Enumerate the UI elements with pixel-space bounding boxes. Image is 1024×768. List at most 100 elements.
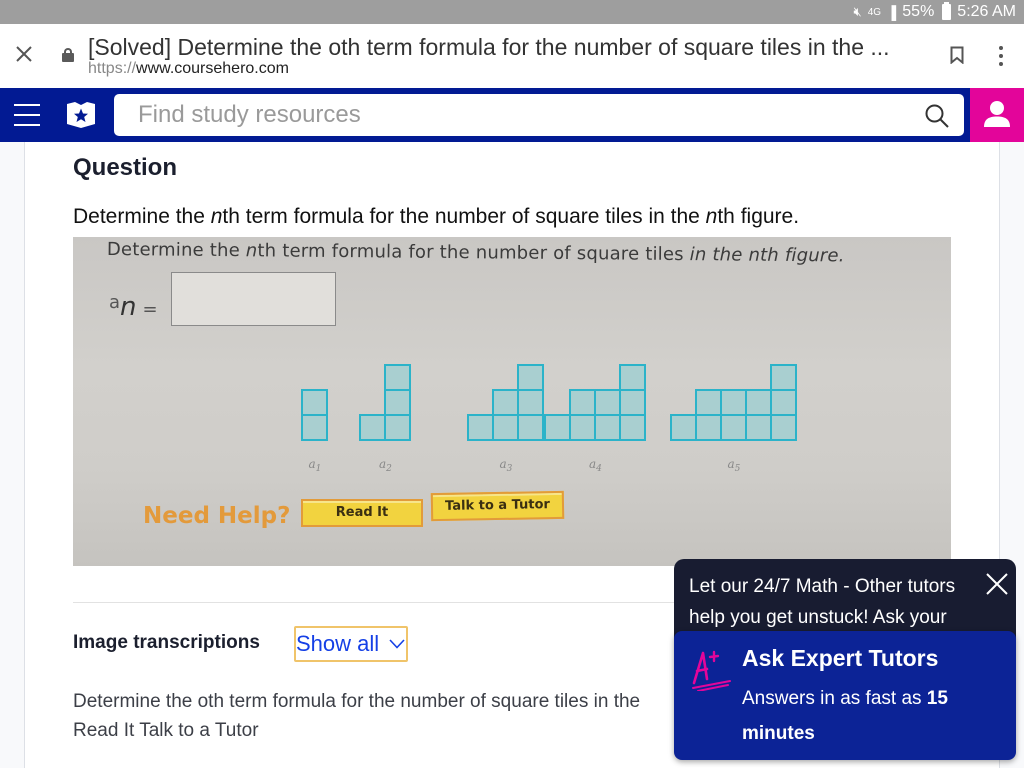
show-all-label: Show all — [296, 631, 380, 656]
tile — [594, 389, 621, 416]
bookmark-button[interactable] — [950, 46, 964, 65]
status-bar: 🔇︎ 4G ▐ 55% 5:26 AM — [0, 0, 1024, 24]
clock: 5:26 AM — [957, 3, 1016, 20]
menu-button[interactable] — [14, 104, 40, 126]
tile — [720, 389, 747, 416]
figure-a3: a3 — [467, 364, 544, 474]
tile — [720, 414, 747, 441]
tile — [594, 414, 621, 441]
figure-a4: a4 — [544, 364, 646, 474]
ask-expert-title: Ask Expert Tutors — [742, 645, 939, 671]
logo-icon — [67, 102, 95, 128]
url-scheme: https:// — [88, 60, 137, 77]
image-transcriptions-label: Image transcriptions — [73, 632, 260, 653]
figure-label: a2 — [379, 457, 392, 474]
network-type: 4G — [867, 6, 882, 18]
tile — [695, 414, 722, 441]
tile — [492, 389, 519, 416]
ask-expert-subtitle: Answers in as fast as 15 minutes — [742, 681, 1002, 751]
ask-expert-tutors-card[interactable]: Ask Expert Tutors Answers in as fast as … — [674, 631, 1016, 760]
search-icon — [925, 104, 949, 128]
show-all-button[interactable]: Show all — [294, 626, 408, 662]
question-text: Determine the nth term formula for the n… — [73, 205, 799, 229]
question-text-n: n — [705, 205, 718, 228]
close-tab-button[interactable] — [12, 42, 36, 66]
transcription-line: Determine the oth term formula for the n… — [73, 691, 641, 712]
tile — [670, 414, 697, 441]
page-url[interactable]: https://www.coursehero.com — [88, 60, 289, 78]
tile — [619, 414, 646, 441]
tile — [384, 389, 411, 416]
a-plus-icon — [692, 650, 731, 691]
bookmark-icon — [950, 46, 964, 65]
read-it-button-photo: Read It — [301, 499, 423, 527]
tile — [517, 364, 544, 391]
tile — [517, 389, 544, 416]
figure-label: a1 — [309, 457, 322, 474]
close-popup-button[interactable] — [984, 571, 1010, 597]
tile — [467, 414, 494, 441]
tile — [770, 389, 797, 416]
tutor-prompt-message: Let our 24/7 Math - Other tutors help yo… — [689, 576, 956, 628]
close-icon — [16, 46, 32, 62]
question-text-n: n — [210, 205, 223, 228]
tile — [745, 389, 772, 416]
question-text-part: th figure. — [717, 205, 800, 228]
tile — [745, 414, 772, 441]
need-help-label: Need Help? — [143, 503, 291, 529]
close-icon — [986, 573, 1008, 595]
question-photo: Determine the nth term formula for the n… — [73, 237, 951, 566]
tile — [517, 414, 544, 441]
tile — [359, 414, 386, 441]
tile — [384, 364, 411, 391]
tile — [619, 389, 646, 416]
menu-line — [14, 114, 40, 116]
coursehero-logo[interactable] — [66, 101, 96, 129]
user-icon — [984, 101, 1010, 127]
tile — [544, 414, 571, 441]
dot — [999, 54, 1003, 58]
battery-icon — [942, 2, 952, 20]
tile — [569, 414, 596, 441]
mute-icon: 🔇︎ — [853, 4, 862, 19]
question-text-part: th term formula for the number of square… — [222, 205, 706, 228]
menu-line — [14, 124, 40, 126]
tile — [569, 389, 596, 416]
dot — [999, 62, 1003, 66]
transcription-line: Read It Talk to a Tutor — [73, 720, 259, 741]
tile — [619, 364, 646, 391]
browser-toolbar: [Solved] Determine the oth term formula … — [0, 24, 1024, 88]
site-header — [0, 88, 1024, 142]
figure-a5: a5 — [670, 364, 797, 474]
transcription-text: Determine the oth term formula for the n… — [73, 687, 693, 745]
overflow-menu-button[interactable] — [993, 46, 1009, 66]
tile — [492, 414, 519, 441]
search-button[interactable] — [924, 103, 950, 129]
figure-a2: a2 — [359, 364, 411, 474]
search-input[interactable] — [138, 94, 898, 136]
tile — [695, 389, 722, 416]
battery-percent: 55% — [902, 3, 935, 20]
lock-icon — [62, 48, 74, 62]
tile — [301, 389, 328, 416]
tile — [301, 414, 328, 441]
question-text-part: Determine the — [73, 205, 211, 228]
signal-icon: ▐ — [887, 4, 897, 20]
search-bar — [114, 94, 964, 136]
figure-label: a5 — [728, 457, 741, 474]
figure-a1: a1 — [301, 389, 328, 474]
figure-label: a3 — [500, 457, 513, 474]
url-host: www.coursehero.com — [136, 60, 289, 77]
subtitle-text: Answers in as fast as — [742, 688, 927, 709]
figure-label: a4 — [589, 457, 602, 474]
talk-to-tutor-button-photo: Talk to a Tutor — [430, 490, 565, 522]
account-button[interactable] — [970, 88, 1024, 142]
page-title: [Solved] Determine the oth term formula … — [88, 34, 890, 60]
dot — [999, 46, 1003, 50]
menu-line — [14, 104, 40, 106]
tile — [384, 414, 411, 441]
tile — [770, 414, 797, 441]
chevron-down-icon — [389, 639, 405, 649]
question-heading: Question — [73, 154, 178, 181]
tile — [770, 364, 797, 391]
